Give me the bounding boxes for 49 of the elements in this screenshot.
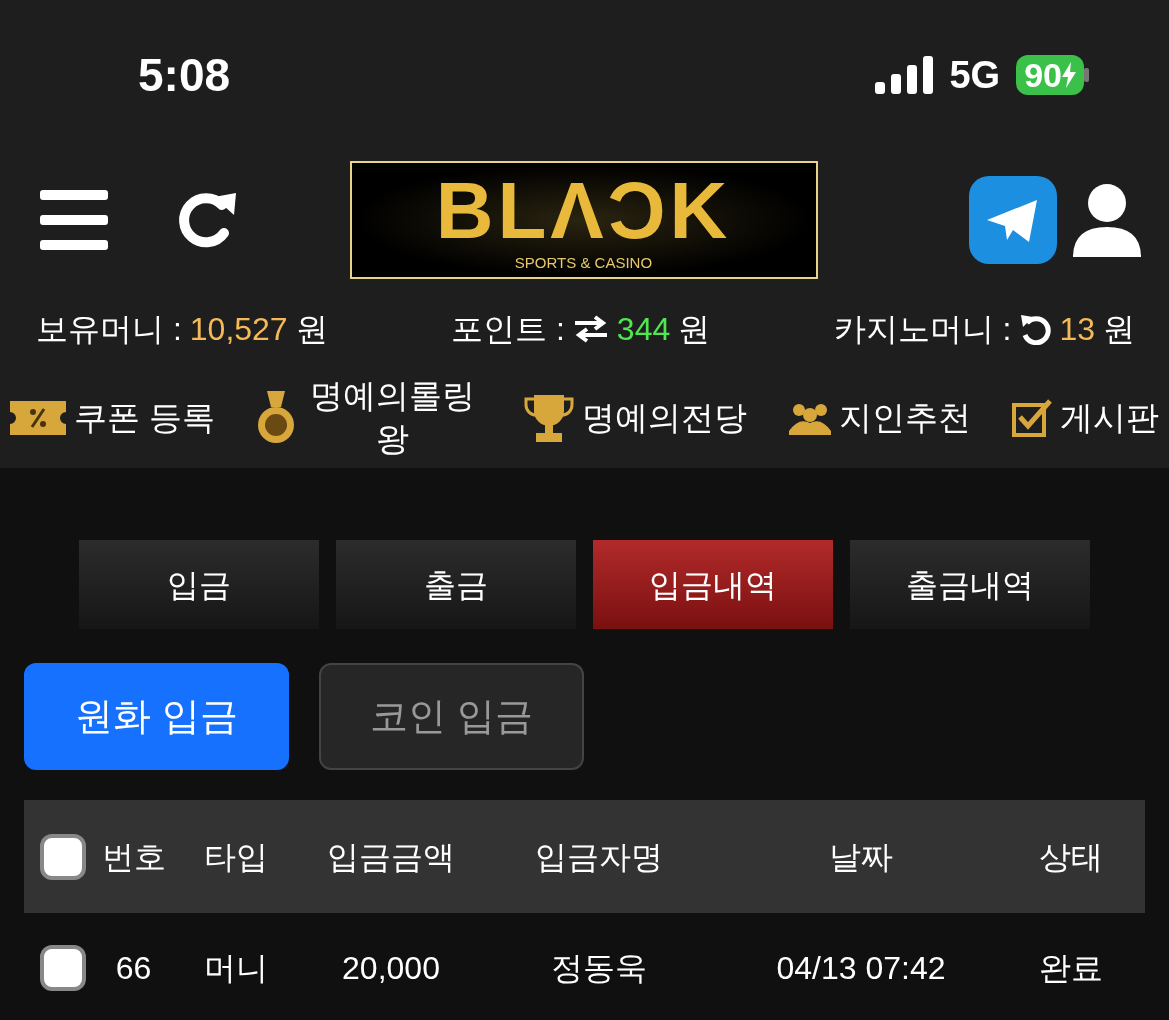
status-time: 5:08 <box>138 47 231 103</box>
tab[interactable]: 출금내역 <box>850 540 1090 629</box>
currency-unit: 원 <box>295 310 328 349</box>
tab[interactable]: 입금 <box>79 540 319 629</box>
deposit-type-button[interactable]: 코인 입금 <box>319 663 584 770</box>
logo-banner[interactable]: BLΛƆK SPORTS & CASINO <box>349 161 818 279</box>
column-header: 입금자명 <box>533 837 664 877</box>
menu-link[interactable]: 쿠폰 등록 <box>74 396 216 440</box>
balance-label: 포인트 : <box>451 310 565 349</box>
tab[interactable]: 출금 <box>336 540 576 629</box>
currency-unit: 원 <box>1103 310 1135 349</box>
balance-amount: 344 <box>616 310 671 349</box>
table-cell-text: 20,000 <box>341 949 441 988</box>
tab[interactable]: 입금내역 <box>593 540 833 629</box>
checkbox[interactable] <box>40 945 86 991</box>
column-header: 번호 <box>100 837 167 877</box>
currency-unit: 원 <box>678 310 711 349</box>
menu-icon[interactable] <box>40 190 108 250</box>
menu-link[interactable]: 명예의롤링왕 <box>302 375 483 461</box>
table-cell-text: 정동욱 <box>549 949 648 988</box>
checkbox[interactable] <box>40 833 86 880</box>
balance-amount: 10,527 <box>189 310 288 349</box>
refresh-icon[interactable] <box>178 191 238 249</box>
people-icon <box>788 401 831 435</box>
table-cell-text: 66 <box>114 949 153 988</box>
column-header: 입금금액 <box>326 837 456 877</box>
checklist-icon <box>1012 399 1052 437</box>
reset-icon <box>1019 313 1052 345</box>
signal-icon <box>875 56 934 94</box>
paper-plane-icon[interactable] <box>969 176 1057 264</box>
balance-amount: 13 <box>1059 310 1095 349</box>
deposit-type-button[interactable]: 원화 입금 <box>24 663 289 770</box>
table-cell-text: 완료 <box>1038 949 1104 988</box>
trophy-icon <box>524 393 575 443</box>
menu-link[interactable]: 지인추천 <box>838 396 971 440</box>
network-label: 5G <box>949 52 1001 98</box>
swap-icon <box>572 315 609 343</box>
ticket-icon <box>10 401 66 435</box>
column-header: 상태 <box>1038 837 1104 877</box>
menu-link[interactable]: 명예의전당 <box>582 396 748 440</box>
balance-label: 카지노머니 : <box>833 310 1012 349</box>
table-cell-text: 04/13 07:42 <box>775 949 947 988</box>
balance-label: 보유머니 : <box>36 310 182 349</box>
column-header: 타입 <box>203 837 269 877</box>
table-cell-text: 머니 <box>203 949 269 988</box>
menu-link[interactable]: 게시판 <box>1060 396 1159 440</box>
medal-icon <box>256 391 295 445</box>
user-icon[interactable] <box>1073 183 1141 257</box>
column-header: 날짜 <box>828 837 894 877</box>
